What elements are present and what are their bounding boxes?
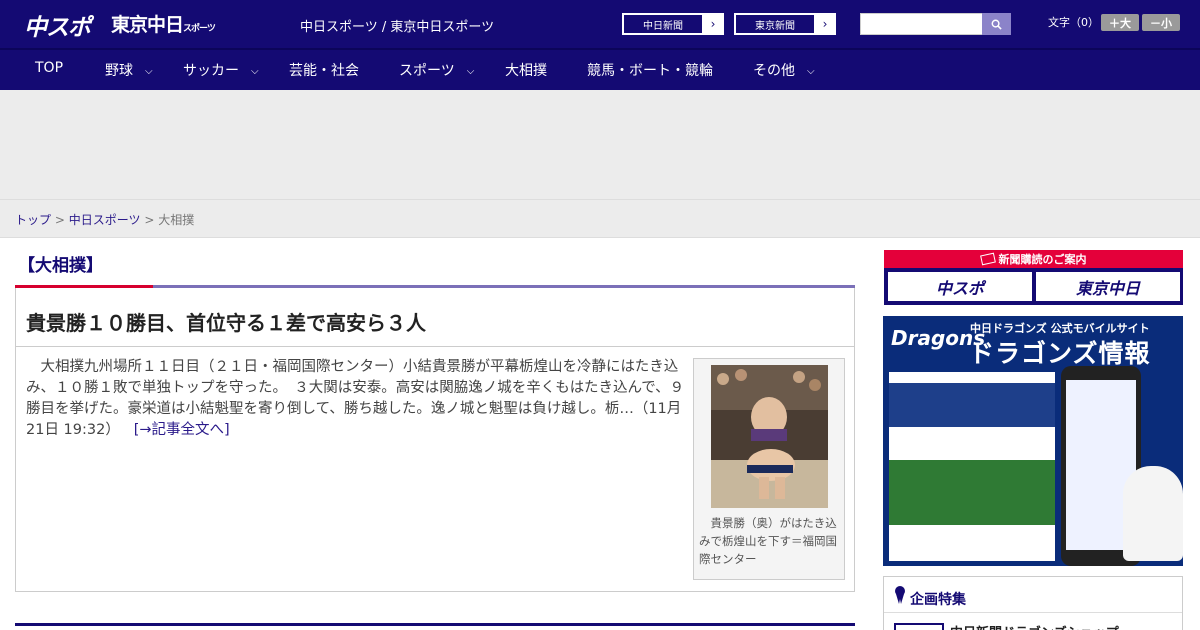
font-larger-button[interactable]: ＋大 bbox=[1101, 14, 1139, 31]
dragons-mobile-banner[interactable]: Dragons 中日ドラゴンズ 公式モバイルサイト ドラゴンズ情報 bbox=[883, 316, 1183, 566]
search-button[interactable] bbox=[982, 13, 1011, 35]
subscription-header: 新聞購読のご案内 bbox=[884, 250, 1183, 268]
photo-caption: 貴景勝（奥）がはたき込みで栃煌山を下す＝福岡国際センター bbox=[699, 516, 837, 566]
scoreboard-panel bbox=[889, 372, 1055, 561]
nav-soccer[interactable]: サッカー ⌵ bbox=[183, 60, 259, 80]
breadcrumb-bar: トップ > 中日スポーツ > 大相撲 bbox=[0, 200, 1200, 238]
breadcrumb-current: 大相撲 bbox=[158, 213, 195, 227]
chevron-right-icon: › bbox=[822, 17, 828, 31]
chevron-down-icon: ⌵ bbox=[807, 66, 815, 77]
feature-header: 企画特集 bbox=[884, 577, 1182, 613]
breadcrumb-link-chunichi-sports[interactable]: 中日スポーツ bbox=[69, 213, 141, 227]
feature-title: 企画特集 bbox=[910, 592, 966, 608]
tokyo-chunichi-logo[interactable]: 東京中日スポーツ bbox=[111, 10, 216, 37]
chevron-right-icon: › bbox=[710, 17, 716, 31]
tokyo-logo-small: スポーツ bbox=[183, 24, 216, 34]
subscription-label: 新聞購読のご案内 bbox=[998, 253, 1087, 266]
article-summary: 大相撲九州場所１１日目（２１日・福岡国際センター）小結貴景勝が平幕栃煌山を冷静に… bbox=[26, 357, 694, 441]
sumo-photo-image bbox=[711, 365, 828, 508]
paper-link-label: 東京新聞 bbox=[735, 14, 815, 34]
dragons-title: ドラゴンズ情報 bbox=[969, 339, 1151, 368]
ribbon-icon bbox=[895, 586, 905, 604]
chevron-down-icon: ⌵ bbox=[251, 66, 259, 77]
nav-sumo[interactable]: 大相撲 bbox=[505, 60, 547, 80]
nav-label: TOP bbox=[35, 60, 64, 76]
baseball-field-graphic bbox=[889, 460, 1055, 525]
subscription-banner[interactable]: 新聞購読のご案内 中スポ 東京中日 bbox=[884, 250, 1183, 305]
search-input[interactable] bbox=[860, 13, 984, 35]
scoreboard-grid bbox=[889, 383, 1055, 427]
read-more-link[interactable]: [→記事全文へ] bbox=[134, 422, 230, 438]
tokyo-logo-text: 東京中日 bbox=[111, 14, 184, 36]
breadcrumb: トップ > 中日スポーツ > 大相撲 bbox=[15, 211, 194, 228]
feature-thumbnail[interactable] bbox=[894, 623, 944, 630]
sumo-photo[interactable] bbox=[711, 365, 828, 508]
mascot-graphic bbox=[1123, 466, 1183, 561]
main-nav: TOP 野球 ⌵ サッカー ⌵ 芸能・社会 スポーツ ⌵ 大相撲 競馬・ボート・競輪 … bbox=[0, 48, 1200, 90]
feature-box: 企画特集 中日新聞ドラゴンズショップ bbox=[883, 576, 1183, 630]
nav-baseball[interactable]: 野球 ⌵ bbox=[105, 60, 153, 80]
chuspo-logo[interactable]: 中スポ bbox=[24, 8, 91, 42]
chevron-down-icon: ⌵ bbox=[466, 66, 475, 77]
chunichi-shimbun-link[interactable]: 中日新聞 › bbox=[622, 13, 724, 35]
nav-label: サッカー bbox=[183, 63, 239, 79]
breadcrumb-separator: > bbox=[144, 213, 155, 227]
subscription-logo-chuspo[interactable]: 中スポ bbox=[888, 272, 1032, 301]
article-photo-box: 貴景勝（奥）がはたき込みで栃煌山を下す＝福岡国際センター bbox=[693, 358, 845, 580]
nav-label: その他 bbox=[753, 63, 795, 79]
top-header: 中スポ 東京中日スポーツ 中日スポーツ / 東京中日スポーツ 中日新聞 › 東京… bbox=[0, 0, 1200, 48]
article-card: 貴景勝１０勝目、首位守る１差で高安ら３人 大相撲九州場所１１日目（２１日・福岡国… bbox=[15, 288, 855, 592]
breadcrumb-link-top[interactable]: トップ bbox=[15, 213, 51, 227]
nav-racing[interactable]: 競馬・ボート・競輪 bbox=[587, 60, 713, 80]
breadcrumb-separator: > bbox=[54, 213, 65, 227]
tokyo-shimbun-link[interactable]: 東京新聞 › bbox=[734, 13, 836, 35]
article-header: 貴景勝１０勝目、首位守る１差で高安ら３人 bbox=[16, 288, 854, 347]
ad-area bbox=[0, 90, 1200, 200]
nav-entertainment[interactable]: 芸能・社会 bbox=[289, 60, 359, 80]
nav-label: 競馬・ボート・競輪 bbox=[587, 63, 713, 79]
next-section-rule bbox=[15, 623, 855, 626]
site-title: 中日スポーツ / 東京中日スポーツ bbox=[300, 20, 495, 35]
font-smaller-button[interactable]: －小 bbox=[1142, 14, 1180, 31]
nav-top[interactable]: TOP bbox=[35, 60, 63, 76]
paper-link-label: 中日新聞 bbox=[623, 14, 703, 34]
nav-label: 芸能・社会 bbox=[289, 63, 359, 79]
subscription-logo-tokyo[interactable]: 東京中日 bbox=[1036, 272, 1180, 301]
search-icon bbox=[991, 19, 1002, 30]
newspaper-icon bbox=[979, 252, 996, 266]
font-size-label: 文字（0） bbox=[1048, 16, 1099, 29]
nav-label: 野球 bbox=[105, 63, 133, 79]
chevron-down-icon: ⌵ bbox=[145, 66, 153, 77]
category-title: 【大相撲】 bbox=[18, 256, 103, 276]
nav-label: スポーツ bbox=[399, 63, 455, 79]
nav-sports[interactable]: スポーツ ⌵ bbox=[399, 60, 474, 80]
article-body-text: 大相撲九州場所１１日目（２１日・福岡国際センター）小結貴景勝が平幕栃煌山を冷静に… bbox=[26, 359, 685, 438]
feature-item-link[interactable]: 中日新聞ドラゴンズショップ bbox=[950, 622, 1119, 630]
nav-other[interactable]: その他 ⌵ bbox=[753, 60, 815, 80]
nav-label: 大相撲 bbox=[505, 63, 547, 79]
article-title[interactable]: 貴景勝１０勝目、首位守る１差で高安ら３人 bbox=[26, 307, 426, 336]
